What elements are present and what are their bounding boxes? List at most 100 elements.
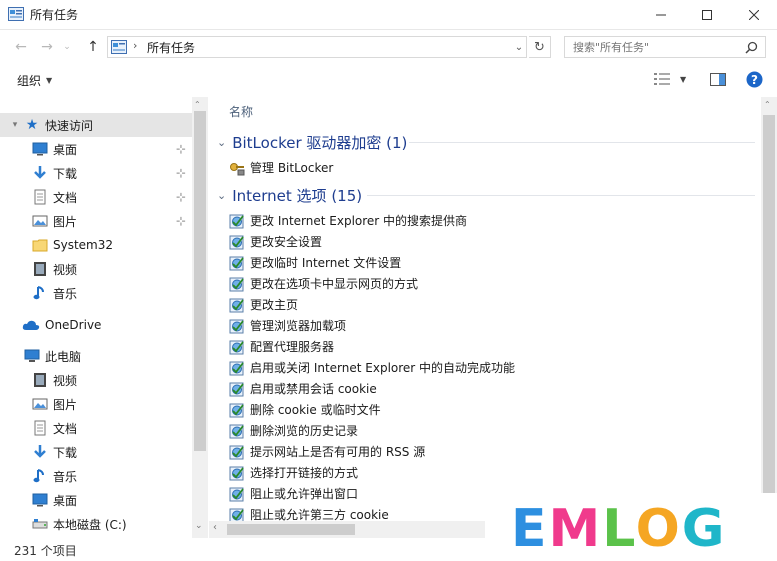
- group-header[interactable]: ⌄ BitLocker 驱动器加密 (1): [217, 131, 407, 153]
- nav-item[interactable]: 视频: [0, 368, 192, 392]
- address-bar[interactable]: › 所有任务: [107, 36, 527, 58]
- list-item[interactable]: 配置代理服务器: [229, 336, 334, 357]
- music-icon: [33, 286, 44, 300]
- scroll-left-icon[interactable]: ‹: [213, 522, 217, 533]
- nav-item[interactable]: 音乐: [0, 464, 192, 488]
- internet-options-icon: [229, 361, 244, 375]
- control-panel-icon: [8, 7, 24, 21]
- onedrive-icon: [22, 320, 40, 330]
- list-item-label: 删除 cookie 或临时文件: [250, 403, 381, 417]
- list-item[interactable]: 提示网站上是否有可用的 RSS 源: [229, 441, 425, 462]
- maximize-button[interactable]: [684, 0, 730, 30]
- internet-options-icon: [229, 445, 244, 459]
- nav-label: 视频: [53, 262, 78, 277]
- internet-options-icon: [229, 214, 244, 228]
- pin-icon[interactable]: ⊹: [176, 142, 186, 156]
- nav-item[interactable]: System32: [0, 233, 192, 257]
- desktop-icon: [32, 142, 48, 156]
- nav-item[interactable]: 下载: [0, 440, 192, 464]
- star-icon: ★: [25, 117, 39, 133]
- pictures-icon: [32, 398, 48, 410]
- list-item[interactable]: 管理浏览器加载项: [229, 315, 346, 336]
- scroll-up-icon[interactable]: ⌃: [194, 100, 201, 109]
- preview-pane-icon[interactable]: [710, 73, 726, 86]
- list-item[interactable]: 更改 Internet Explorer 中的搜索提供商: [229, 210, 467, 231]
- organize-menu[interactable]: 组织 ▼: [17, 72, 52, 89]
- nav-label: 桌面: [53, 142, 78, 157]
- list-item[interactable]: 选择打开链接的方式: [229, 462, 358, 483]
- title-bar: 所有任务: [0, 0, 777, 30]
- list-item[interactable]: 更改临时 Internet 文件设置: [229, 252, 401, 273]
- list-item[interactable]: 更改主页: [229, 294, 298, 315]
- address-history-dropdown[interactable]: ⌄: [510, 36, 528, 58]
- list-item[interactable]: 管理 BitLocker: [229, 157, 333, 178]
- pin-icon[interactable]: ⊹: [176, 190, 186, 204]
- nav-item[interactable]: 图片: [0, 392, 192, 416]
- help-icon[interactable]: ?: [746, 71, 763, 88]
- column-header-name[interactable]: 名称: [229, 103, 253, 120]
- search-box[interactable]: [564, 36, 766, 58]
- sort-indicator-icon: ⌃: [613, 97, 622, 104]
- nav-item[interactable]: 音乐: [0, 281, 192, 305]
- nav-label: 本地磁盘 (C:): [53, 517, 127, 532]
- folder-icon: [32, 239, 48, 252]
- list-item-label: 管理浏览器加载项: [250, 319, 347, 333]
- nav-item[interactable]: 文档: [0, 416, 192, 440]
- list-item-label: 更改安全设置: [250, 235, 323, 249]
- download-icon: [34, 445, 46, 458]
- search-input[interactable]: [573, 37, 743, 57]
- nav-scrollbar[interactable]: ⌃ ⌄: [192, 97, 208, 538]
- nav-item[interactable]: 视频: [0, 257, 192, 281]
- nav-quick-access[interactable]: ▾ ★ 快速访问: [0, 113, 192, 137]
- scroll-up-icon[interactable]: ⌃: [764, 100, 771, 109]
- list-item-label: 更改在选项卡中显示网页的方式: [250, 277, 419, 291]
- nav-item[interactable]: 下载 ⊹: [0, 161, 192, 185]
- window-title: 所有任务: [30, 8, 79, 22]
- minimize-button[interactable]: [638, 0, 684, 30]
- pin-icon[interactable]: ⊹: [176, 166, 186, 180]
- emlog-logo: EMLOG: [511, 502, 724, 552]
- back-button[interactable]: ←: [10, 38, 32, 56]
- list-item-label: 提示网站上是否有可用的 RSS 源: [250, 445, 426, 459]
- pictures-icon: [32, 215, 48, 227]
- nav-item[interactable]: 文档 ⊹: [0, 185, 192, 209]
- nav-item[interactable]: 本地磁盘 (C:): [0, 512, 192, 536]
- breadcrumb-current[interactable]: 所有任务: [147, 39, 195, 56]
- group-title: Internet 选项 (15): [232, 186, 363, 205]
- list-item[interactable]: 删除 cookie 或临时文件: [229, 399, 381, 420]
- nav-this-pc[interactable]: 此电脑: [0, 344, 192, 368]
- change-view-button[interactable]: ▼: [654, 72, 686, 86]
- up-button[interactable]: ↑: [82, 38, 104, 56]
- dropdown-arrow-icon: ▼: [46, 76, 53, 85]
- close-button[interactable]: [731, 0, 777, 30]
- list-item[interactable]: 更改在选项卡中显示网页的方式: [229, 273, 418, 294]
- nav-item[interactable]: 桌面: [0, 488, 192, 512]
- list-item-label: 更改主页: [250, 298, 299, 312]
- group-header[interactable]: ⌄ Internet 选项 (15): [217, 184, 362, 206]
- nav-item[interactable]: 图片 ⊹: [0, 209, 192, 233]
- nav-scroll-thumb[interactable]: [194, 111, 206, 451]
- videos-icon: [34, 262, 46, 276]
- nav-label: 音乐: [53, 469, 78, 484]
- internet-options-icon: [229, 319, 244, 333]
- forward-button[interactable]: →: [36, 38, 58, 56]
- list-item[interactable]: 阻止或允许弹出窗口: [229, 483, 358, 504]
- list-scroll-thumb[interactable]: [763, 115, 775, 495]
- dropdown-arrow-icon: ▼: [680, 74, 687, 84]
- nav-label: 文档: [53, 421, 78, 436]
- refresh-button[interactable]: ↻: [529, 36, 551, 58]
- nav-onedrive[interactable]: OneDrive: [0, 313, 192, 337]
- horizontal-scroll-thumb[interactable]: [227, 524, 355, 535]
- list-item[interactable]: 更改安全设置: [229, 231, 322, 252]
- internet-options-icon: [229, 235, 244, 249]
- pin-icon[interactable]: ⊹: [176, 214, 186, 228]
- list-item[interactable]: 启用或关闭 Internet Explorer 中的自动完成功能: [229, 357, 515, 378]
- nav-item[interactable]: 桌面 ⊹: [0, 137, 192, 161]
- emlog-watermark: EMLOG: [485, 493, 777, 561]
- list-item[interactable]: 删除浏览的历史记录: [229, 420, 358, 441]
- navigation-pane: ▾ ★ 快速访问 桌面 ⊹ 下载 ⊹ 文档 ⊹ 图片 ⊹ System32 视频 音乐 OneDri…: [0, 97, 192, 538]
- scroll-down-icon[interactable]: ⌄: [195, 521, 203, 531]
- recent-locations-button[interactable]: ⌄: [60, 38, 74, 56]
- list-item[interactable]: 启用或禁用会话 cookie: [229, 378, 377, 399]
- chevron-down-icon: ▾: [12, 120, 18, 130]
